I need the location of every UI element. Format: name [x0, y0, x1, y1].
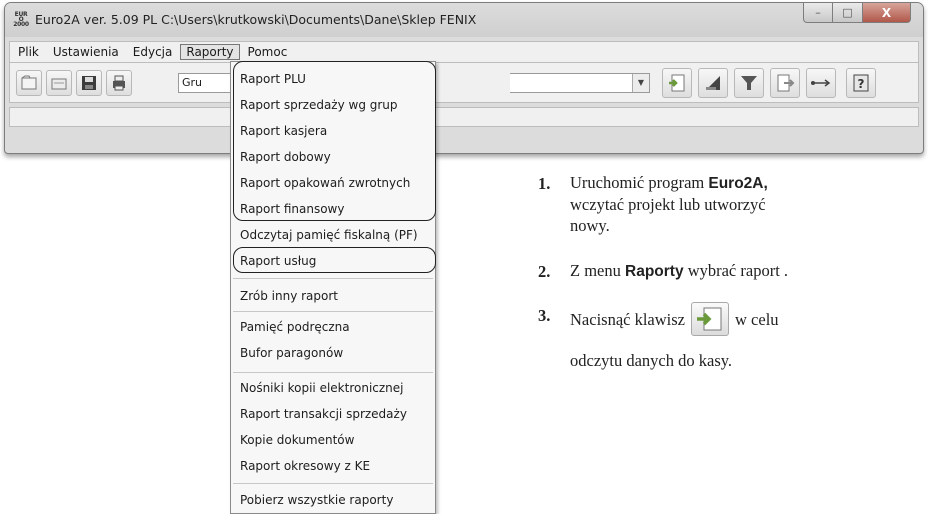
menu-item-raport-okresowy-z-ke[interactable]: Raport okresowy z KE: [240, 459, 370, 473]
save-icon[interactable]: [76, 70, 102, 96]
highlight-outline-raport-uslug: [233, 247, 436, 273]
status-bar: [9, 107, 919, 127]
maximize-button[interactable]: □: [833, 3, 863, 23]
send-icon[interactable]: [698, 68, 728, 98]
program-name: Euro2A,: [708, 175, 768, 192]
menu-raporty[interactable]: Raporty: [180, 44, 240, 60]
menu-item-odczytaj-pamiec-fiskalna[interactable]: Odczytaj pamięć fiskalną (PF): [240, 228, 418, 242]
menu-item-zrob-inny-raport[interactable]: Zrób inny raport: [240, 289, 338, 303]
menu-item-bufor-paragonow[interactable]: Bufor paragonów: [240, 346, 343, 360]
menu-bar: Plik Ustawienia Edycja Raporty Pomoc: [9, 41, 919, 63]
title-bar[interactable]: EUR O 2000 Euro2A ver. 5.09 PL C:\Users\kr…: [5, 3, 923, 37]
menu-edycja[interactable]: Edycja: [127, 44, 179, 60]
step-3-text: Nacisnąć klawisz w celu: [570, 302, 910, 338]
help-icon[interactable]: ?: [846, 68, 876, 98]
step-2-number: 2.: [538, 262, 551, 281]
usb-icon[interactable]: [806, 68, 836, 98]
menu-plik[interactable]: Plik: [12, 44, 45, 60]
menu-item-pobierz-wszystkie-raporty[interactable]: Pobierz wszystkie raporty: [240, 493, 393, 507]
step-3-pre: Nacisnąć klawisz: [570, 309, 685, 329]
app-logo-icon: EUR O 2000: [13, 11, 29, 28]
close-button[interactable]: X: [863, 3, 911, 23]
open-file-icon[interactable]: [46, 70, 72, 96]
window-controls: – □ X: [803, 3, 911, 25]
menu-item-kopie-dokumentow[interactable]: Kopie dokumentów: [240, 433, 354, 447]
menu-separator: [233, 372, 433, 373]
menu-separator: [233, 311, 433, 312]
menu-separator: [233, 483, 433, 484]
highlight-outline-reports: [233, 61, 436, 221]
read-from-register-icon[interactable]: [662, 68, 692, 98]
step-1-line2: wczytać projekt lub utworzyć: [570, 195, 766, 214]
menu-item-nosniki-kopii-elektronicznej[interactable]: Nośniki kopii elektronicznej: [240, 381, 404, 395]
step-1-text: Uruchomić program Euro2A, wczytać projek…: [570, 172, 910, 236]
step-2-post: wybrać raport .: [683, 261, 789, 280]
print-icon[interactable]: [106, 70, 132, 96]
group-combo-dropdown[interactable]: ▼: [510, 73, 650, 93]
step-2-pre: Z menu: [570, 261, 625, 280]
step-1-number: 1.: [538, 174, 551, 193]
read-from-register-icon: [691, 302, 729, 336]
chevron-down-icon[interactable]: ▼: [632, 74, 649, 92]
minimize-button[interactable]: –: [803, 3, 833, 23]
step-3-line2: odczytu danych do kasy.: [570, 351, 733, 370]
export-icon[interactable]: [770, 68, 800, 98]
menu-pomoc[interactable]: Pomoc: [242, 44, 294, 60]
new-file-icon[interactable]: [16, 70, 42, 96]
step-1-line3: nowy.: [570, 216, 610, 235]
app-window: EUR O 2000 Euro2A ver. 5.09 PL C:\Users\kr…: [4, 2, 924, 154]
toolbar: Gru ▼ ?: [9, 63, 919, 103]
svg-text:?: ?: [858, 77, 865, 91]
step-2-text: Z menu Raporty wybrać raport .: [570, 260, 910, 282]
step-1-pre: Uruchomić program: [570, 173, 709, 192]
menu-separator: [233, 278, 433, 279]
step-3-number: 3.: [538, 306, 551, 325]
menu-name: Raporty: [625, 263, 684, 280]
step-3-post: w celu: [735, 309, 779, 329]
window-title: Euro2A ver. 5.09 PL C:\Users\krutkowski\…: [35, 12, 477, 27]
menu-item-pamiec-podreczna[interactable]: Pamięć podręczna: [240, 320, 350, 334]
menu-item-raport-transakcji-sprzedazy[interactable]: Raport transakcji sprzedaży: [240, 407, 407, 421]
menu-ustawienia[interactable]: Ustawienia: [47, 44, 125, 60]
filter-icon[interactable]: [734, 68, 764, 98]
